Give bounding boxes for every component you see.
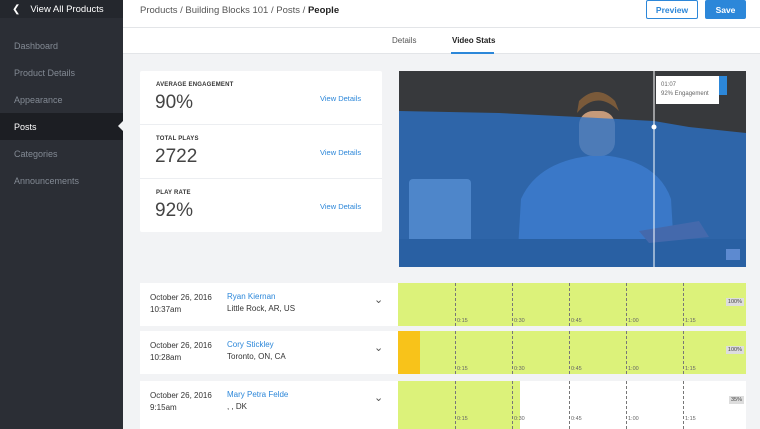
breadcrumb-current: People [307,5,340,16]
session-date: October 26, 2016 [150,293,212,302]
tooltip-accent [719,76,727,95]
stat-average-engagement: AVERAGE ENGAGEMENT 90% View Details [140,71,382,125]
watch-timeline: 0:15 0:30 0:45 1:00 1:15 35% [398,381,746,429]
sidebar-item-product-details[interactable]: Product Details [0,59,123,86]
timeline-tick [455,331,456,374]
session-row[interactable]: October 26, 2016 10:28am Cory Stickley To… [140,331,746,374]
tooltip-time: 01:07 [661,82,677,88]
session-location: Toronto, ON, CA [227,352,286,361]
sidebar-item-posts[interactable]: Posts [0,113,123,140]
timeline-tick [683,283,684,326]
timeline-tick [569,381,570,429]
rewatch-segment [398,331,420,374]
active-tab-indicator [451,52,494,54]
back-to-products-link[interactable]: ❮ View All Products [0,0,123,18]
chevron-down-icon[interactable]: ⌄ [374,293,383,306]
breadcrumb-course[interactable]: Building Blocks 101 [185,5,268,16]
timeline-tick-label: 0:30 [514,318,525,324]
tab-bar: Details Video Stats [123,28,760,54]
airplay-icon [726,249,740,260]
sidebar-item-categories[interactable]: Categories [0,140,123,167]
breadcrumb: Products / Building Blocks 101 / Posts /… [140,5,340,16]
timeline-tick-label: 0:45 [571,416,582,422]
session-location: Little Rock, AR, US [227,304,296,313]
watch-timeline: 0:15 0:30 0:45 1:00 1:15 100% [398,283,746,326]
timeline-tick [569,331,570,374]
session-date: October 26, 2016 [150,341,212,350]
view-details-link[interactable]: View Details [320,94,361,103]
timeline-tick-label: 0:30 [514,366,525,372]
timeline-tick [455,283,456,326]
chevron-down-icon[interactable]: ⌄ [374,341,383,354]
timeline-tick-label: 1:15 [685,416,696,422]
timeline-tick [683,381,684,429]
session-time: 9:15am [150,403,177,412]
timeline-tick-label: 1:00 [628,318,639,324]
preview-button[interactable]: Preview [646,0,698,19]
timeline-tick [512,283,513,326]
sidebar-item-announcements[interactable]: Announcements [0,167,123,194]
back-label: View All Products [30,3,104,15]
timeline-tick-label: 1:15 [685,366,696,372]
stat-total-plays: TOTAL PLAYS 2722 View Details [140,125,382,179]
session-time: 10:37am [150,305,182,314]
session-date: October 26, 2016 [150,391,212,400]
timeline-tick-label: 0:45 [571,318,582,324]
sidebar-item-appearance[interactable]: Appearance [0,86,123,113]
timeline-tick-label: 1:00 [628,416,639,422]
timeline-tick-label: 0:15 [457,366,468,372]
timeline-tick [569,283,570,326]
chevron-left-icon: ❮ [12,3,21,15]
sidebar-item-dashboard[interactable]: Dashboard [0,32,123,59]
tab-video-stats[interactable]: Video Stats [452,36,495,45]
view-details-link[interactable]: View Details [320,202,361,211]
stat-label: PLAY RATE [156,190,191,196]
watched-percent-badge: 100% [725,346,744,354]
timeline-tick-label: 0:15 [457,416,468,422]
tooltip-engagement: 92% Engagement [661,91,709,97]
stat-value: 90% [155,92,194,113]
timeline-tick [626,331,627,374]
stat-play-rate: PLAY RATE 92% View Details [140,179,382,233]
watched-percent-badge: 100% [725,298,744,306]
timeline-tick-label: 1:00 [628,366,639,372]
timeline-tick [626,381,627,429]
session-location: , , DK [227,402,248,411]
timeline-tick [683,331,684,374]
breadcrumb-products[interactable]: Products [140,5,178,16]
session-user-link[interactable]: Ryan Kiernan [227,292,275,301]
timeline-tick [455,381,456,429]
chevron-down-icon[interactable]: ⌄ [374,391,383,404]
session-user-link[interactable]: Cory Stickley [227,340,274,349]
timeline-tick-label: 1:15 [685,318,696,324]
timeline-tick-label: 0:15 [457,318,468,324]
session-user-link[interactable]: Mary Petra Felde [227,390,288,399]
tab-details[interactable]: Details [392,36,416,45]
breadcrumb-posts[interactable]: Posts [276,5,300,16]
timeline-tick [512,381,513,429]
view-details-link[interactable]: View Details [320,148,361,157]
watched-percent-badge: 35% [728,396,744,404]
sidebar: ❮ View All Products Dashboard Product De… [0,0,123,429]
watch-timeline: 0:15 0:30 0:45 1:00 1:15 100% [398,331,746,374]
session-row[interactable]: October 26, 2016 10:37am Ryan Kiernan Lit… [140,283,746,326]
session-row[interactable]: October 26, 2016 9:15am Mary Petra Felde … [140,381,746,429]
stat-value: 2722 [155,146,198,167]
timeline-tick-label: 0:45 [571,366,582,372]
engagement-tooltip: 01:07 92% Engagement [656,76,719,104]
session-time: 10:28am [150,353,182,362]
stat-value: 92% [155,200,194,221]
stat-label: TOTAL PLAYS [156,136,199,142]
timeline-tick-label: 0:30 [514,416,525,422]
top-bar: Products / Building Blocks 101 / Posts /… [123,0,760,28]
stat-label: AVERAGE ENGAGEMENT [156,82,234,88]
timeline-tick [626,283,627,326]
stats-card: AVERAGE ENGAGEMENT 90% View Details TOTA… [140,71,382,232]
save-button[interactable]: Save [705,0,746,19]
timeline-tick [512,331,513,374]
